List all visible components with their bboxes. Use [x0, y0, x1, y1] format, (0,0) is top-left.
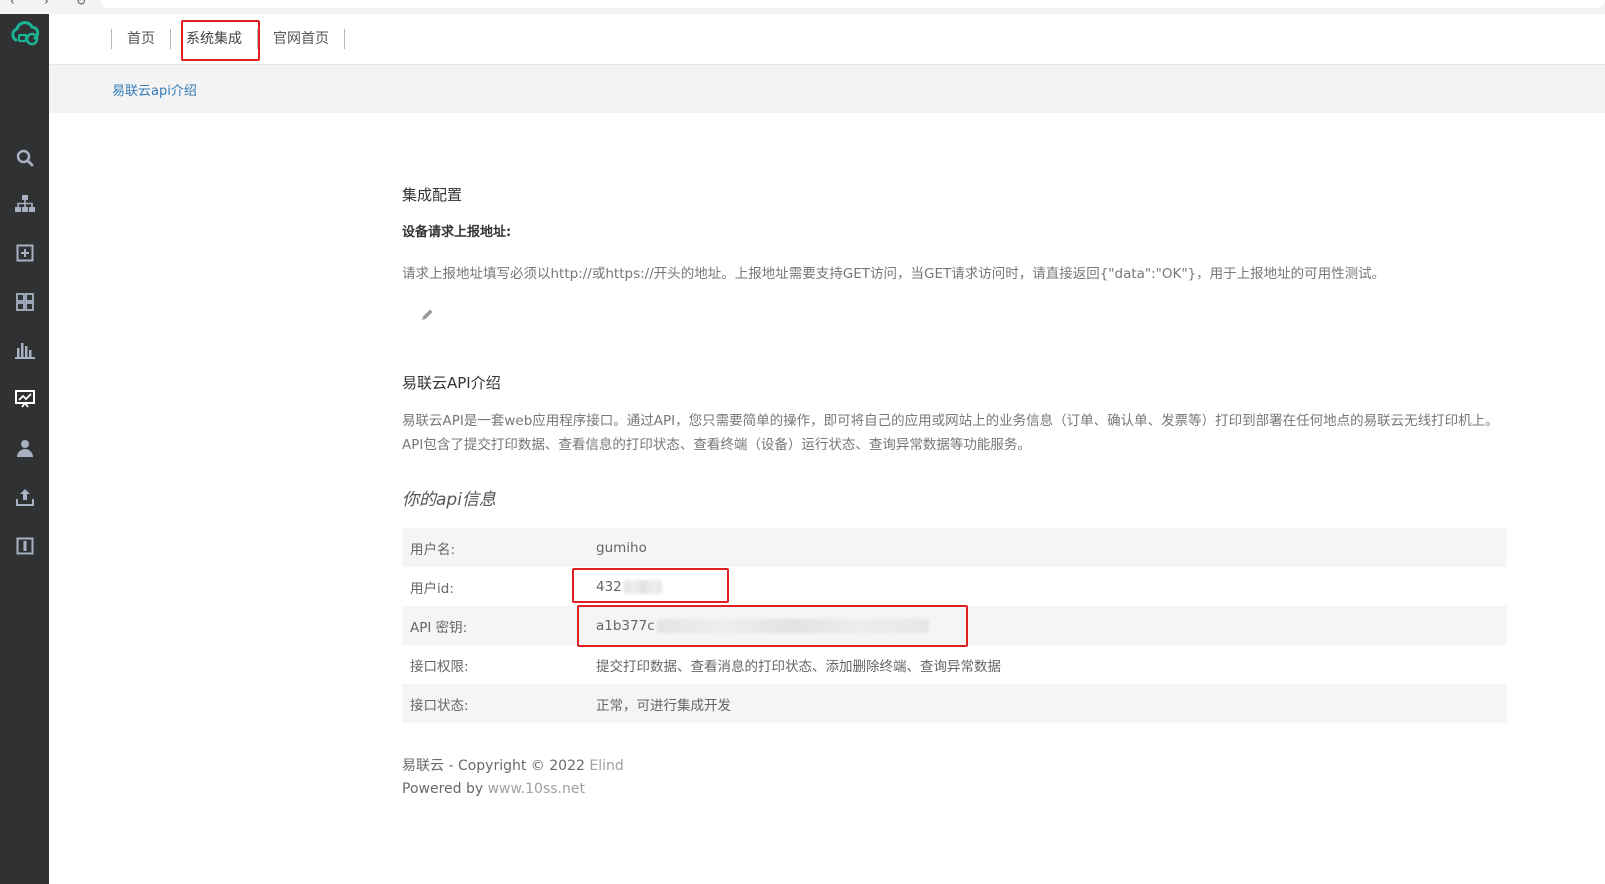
powered-by-text: Powered by: [402, 781, 484, 797]
cloud-printer-logo-icon[interactable]: [8, 18, 42, 50]
grid-icon[interactable]: [12, 289, 37, 314]
copyright-text: 易联云 - Copyright © 2022: [402, 758, 585, 774]
table-row: 接口权限: 提交打印数据、查看消息的打印状态、添加删除终端、查询异常数据: [402, 645, 1507, 684]
footer-copyright: 易联云 - Copyright © 2022 Elind: [402, 755, 624, 778]
permissions-key: 接口权限:: [410, 658, 469, 675]
table-row: 接口状态: 正常，可进行集成开发: [402, 684, 1507, 723]
top-navbar: 首页 系统集成 官网首页: [49, 14, 1605, 65]
permissions-value: 提交打印数据、查看消息的打印状态、添加删除终端、查询异常数据: [596, 658, 1001, 675]
api-key-value: a1b377c: [596, 617, 655, 634]
sidebar: [0, 14, 49, 884]
bar-chart-icon[interactable]: [12, 337, 37, 362]
footer-powered: Powered by www.10ss.net: [402, 778, 624, 801]
redaction-blur: [623, 579, 662, 594]
status-key: 接口状态:: [402, 684, 582, 723]
sitemap-icon[interactable]: [12, 191, 37, 216]
site-link[interactable]: www.10ss.net: [488, 781, 585, 797]
browser-toolbar: ‹ › ↻: [0, 0, 1605, 15]
api-intro-heading: 易联云API介绍: [402, 374, 501, 392]
elind-link[interactable]: Elind: [589, 758, 623, 774]
breadcrumb-bar: 易联云api介绍: [49, 65, 1605, 113]
api-info-table: 用户名: gumiho 用户id: 432 API 密钥: a1b377c 接口…: [402, 528, 1507, 723]
breadcrumb-link[interactable]: 易联云api介绍: [112, 80, 197, 99]
top-nav-links: 首页 系统集成 官网首页: [111, 14, 345, 64]
user-icon[interactable]: [12, 435, 37, 460]
nav-divider: [344, 29, 345, 49]
status-value: 正常，可进行集成开发: [582, 684, 1507, 723]
footer: 易联云 - Copyright © 2022 Elind Powered by …: [402, 755, 624, 801]
nav-official-site[interactable]: 官网首页: [258, 14, 344, 64]
forward-icon[interactable]: ›: [44, 0, 49, 8]
api-key-key: API 密钥:: [402, 606, 582, 645]
upload-icon[interactable]: [12, 484, 37, 509]
monitor-icon[interactable]: [12, 386, 37, 411]
search-icon[interactable]: [12, 145, 37, 170]
api-key-cell: a1b377c: [582, 606, 1507, 645]
plus-square-icon[interactable]: [12, 240, 37, 265]
info-square-icon[interactable]: [12, 533, 37, 558]
api-info-heading: 你的api信息: [402, 490, 496, 510]
reload-icon[interactable]: ↻: [76, 0, 86, 8]
api-intro-text: 易联云API是一套web应用程序接口。通过API，您只需要简单的操作，即可将自己…: [402, 413, 1499, 453]
username-key: 用户名:: [402, 528, 582, 567]
report-url-description: 请求上报地址填写必须以http://或https://开头的地址。上报地址需要支…: [402, 266, 1386, 282]
address-bar[interactable]: [100, 0, 1605, 8]
redaction-blur: [656, 618, 929, 633]
config-heading: 集成配置: [402, 186, 463, 204]
table-row: 用户id: 432: [402, 567, 1507, 606]
username-value: gumiho: [582, 528, 1507, 567]
user-id-value: 432: [596, 578, 622, 595]
user-id-key: 用户id:: [410, 580, 454, 597]
user-id-cell: 432: [582, 567, 1507, 606]
back-icon[interactable]: ‹: [10, 0, 15, 8]
nav-home[interactable]: 首页: [112, 14, 170, 64]
report-url-label: 设备请求上报地址:: [402, 225, 512, 240]
pencil-icon[interactable]: [419, 307, 435, 323]
table-row: API 密钥: a1b377c: [402, 606, 1507, 645]
table-row: 用户名: gumiho: [402, 528, 1507, 567]
nav-system-integration[interactable]: 系统集成: [171, 14, 257, 64]
